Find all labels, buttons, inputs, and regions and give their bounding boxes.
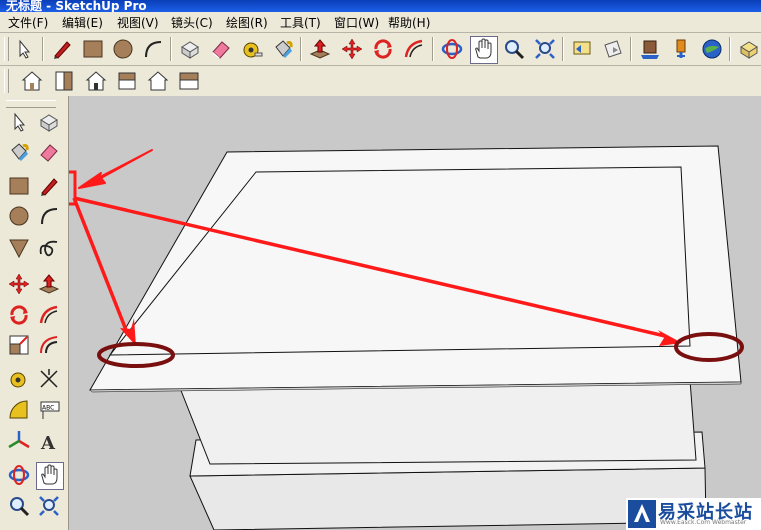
main-toolbar	[0, 33, 761, 66]
toolbar-grip[interactable]	[4, 69, 9, 93]
toolbar-separator	[300, 37, 302, 61]
svg-text:A: A	[40, 433, 56, 453]
push-pull-icon[interactable]	[37, 272, 61, 296]
menu-edit[interactable]: 编辑(E)	[62, 14, 103, 31]
red-line-left	[72, 197, 130, 336]
3d-text-icon[interactable]: A	[37, 429, 61, 453]
rotate-icon[interactable]	[7, 303, 31, 327]
make-component-icon[interactable]	[37, 110, 61, 134]
menu-view[interactable]: 视图(V)	[117, 14, 159, 31]
freehand-icon[interactable]	[37, 236, 61, 260]
google-earth-icon[interactable]	[700, 37, 724, 61]
next-view-icon[interactable]	[601, 37, 625, 61]
text-icon[interactable]: ABC	[37, 398, 61, 422]
left-toolbar: ABC A	[0, 96, 69, 530]
menu-window[interactable]: 窗口(W)	[334, 14, 379, 31]
views-toolbar	[0, 66, 761, 97]
right-view-icon[interactable]	[115, 69, 139, 93]
pan-icon[interactable]	[36, 462, 64, 490]
select-icon[interactable]	[12, 37, 36, 61]
move-icon[interactable]	[340, 37, 364, 61]
left-view-icon[interactable]	[177, 69, 201, 93]
share-model-icon[interactable]	[669, 37, 693, 61]
eraser-icon[interactable]	[209, 37, 233, 61]
paint-bucket-icon[interactable]	[7, 140, 31, 164]
offset-icon[interactable]	[37, 333, 61, 357]
arc-icon[interactable]	[141, 37, 165, 61]
toolbar-separator	[170, 37, 172, 61]
pan-icon[interactable]	[470, 36, 498, 64]
follow-me-icon[interactable]	[402, 37, 426, 61]
rectangle-icon[interactable]	[81, 37, 105, 61]
orbit-icon[interactable]	[440, 37, 464, 61]
drawing-viewport[interactable]	[69, 96, 761, 530]
red-arrow-to-pencil	[78, 149, 153, 189]
toolbar-separator	[729, 37, 731, 61]
title-bar: 无标题 - SketchUp Pro	[0, 0, 761, 12]
follow-me-icon[interactable]	[37, 303, 61, 327]
toolbar-separator	[432, 37, 434, 61]
toolbar-separator	[630, 37, 632, 61]
pencil-icon[interactable]	[37, 174, 61, 198]
push-pull-icon[interactable]	[308, 37, 332, 61]
zoom-icon[interactable]	[502, 37, 526, 61]
scale-icon[interactable]	[7, 333, 31, 357]
window-title: 无标题 - SketchUp Pro	[6, 0, 147, 12]
dimension-icon[interactable]	[37, 367, 61, 391]
eraser-icon[interactable]	[37, 140, 61, 164]
axes-icon[interactable]	[7, 429, 31, 453]
select-icon[interactable]	[7, 110, 31, 134]
zoom-extents-icon[interactable]	[533, 37, 557, 61]
arc-icon[interactable]	[37, 204, 61, 228]
orbit-icon[interactable]	[7, 463, 31, 487]
svg-text:ABC: ABC	[42, 405, 54, 412]
menu-bar: 文件(F) 编辑(E) 视图(V) 镜头(C) 绘图(R) 工具(T) 窗口(W…	[0, 12, 761, 33]
toolbar-separator	[562, 37, 564, 61]
menu-tools[interactable]: 工具(T)	[280, 14, 321, 31]
middle-box-front	[179, 379, 697, 465]
watermark: 易采站长站 Www.Easck.Com Webmaster	[626, 498, 761, 530]
get-models-icon[interactable]	[638, 37, 662, 61]
toolbar-grip[interactable]	[6, 100, 56, 108]
watermark-logo-icon	[628, 500, 656, 528]
back-view-icon[interactable]	[146, 69, 170, 93]
rectangle-icon[interactable]	[7, 174, 31, 198]
pencil-icon[interactable]	[50, 37, 74, 61]
zoom-window-icon[interactable]	[37, 494, 61, 518]
circle-icon[interactable]	[111, 37, 135, 61]
components-icon[interactable]	[737, 37, 761, 61]
make-component-icon[interactable]	[178, 37, 202, 61]
menu-camera[interactable]: 镜头(C)	[171, 14, 213, 31]
protractor-icon[interactable]	[7, 398, 31, 422]
menu-draw[interactable]: 绘图(R)	[226, 14, 268, 31]
front-view-icon[interactable]	[84, 69, 108, 93]
iso-view-icon[interactable]	[20, 69, 44, 93]
menu-help[interactable]: 帮助(H)	[388, 14, 430, 31]
toolbar-separator	[42, 37, 44, 61]
paint-bucket-icon[interactable]	[271, 37, 295, 61]
model-canvas	[69, 145, 744, 530]
move-icon[interactable]	[7, 272, 31, 296]
zoom-icon[interactable]	[7, 494, 31, 518]
previous-view-icon[interactable]	[570, 37, 594, 61]
top-view-icon[interactable]	[52, 69, 76, 93]
menu-file[interactable]: 文件(F)	[8, 14, 48, 31]
tape-measure-icon[interactable]	[7, 367, 31, 391]
circle-icon[interactable]	[7, 204, 31, 228]
rotate-icon[interactable]	[371, 37, 395, 61]
toolbar-grip[interactable]	[4, 37, 9, 61]
watermark-url: Www.Easck.Com Webmaster	[660, 519, 747, 526]
polygon-icon[interactable]	[7, 236, 31, 260]
tape-measure-icon[interactable]	[240, 37, 264, 61]
